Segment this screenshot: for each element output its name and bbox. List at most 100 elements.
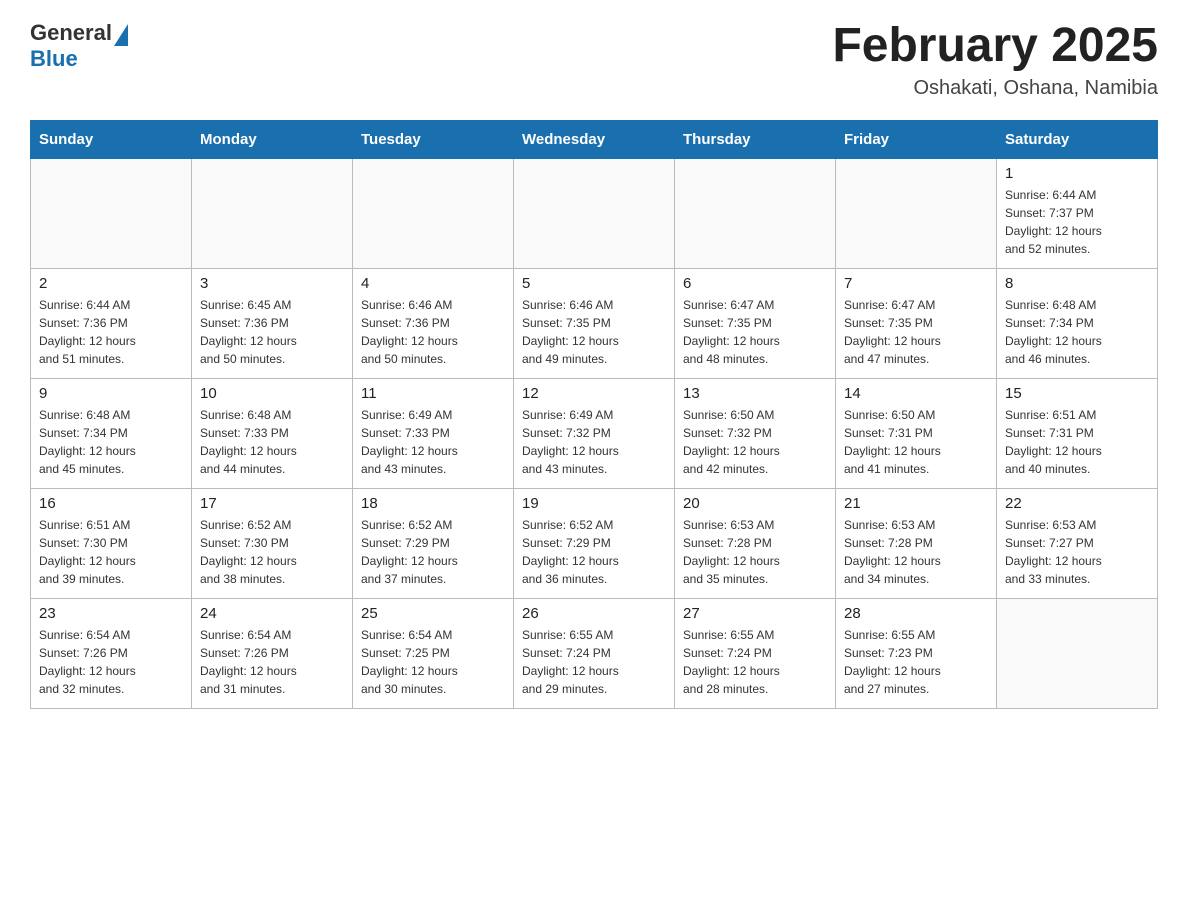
day-info: Sunrise: 6:53 AM Sunset: 7:27 PM Dayligh… (1005, 516, 1149, 588)
calendar-week-5: 23 Sunrise: 6:54 AM Sunset: 7:26 PM Dayli… (31, 598, 1158, 708)
page-header: General Blue February 2025 Oshakati, Osh… (30, 20, 1158, 100)
day-number: 27 (683, 605, 827, 622)
day-number: 8 (1005, 275, 1149, 292)
column-header-wednesday: Wednesday (514, 120, 675, 158)
day-info: Sunrise: 6:48 AM Sunset: 7:33 PM Dayligh… (200, 406, 344, 478)
calendar-cell: 4 Sunrise: 6:46 AM Sunset: 7:36 PM Daylig… (353, 268, 514, 378)
day-info: Sunrise: 6:45 AM Sunset: 7:36 PM Dayligh… (200, 296, 344, 368)
day-info: Sunrise: 6:52 AM Sunset: 7:29 PM Dayligh… (522, 516, 666, 588)
calendar-week-3: 9 Sunrise: 6:48 AM Sunset: 7:34 PM Daylig… (31, 378, 1158, 488)
column-header-tuesday: Tuesday (353, 120, 514, 158)
day-info: Sunrise: 6:47 AM Sunset: 7:35 PM Dayligh… (683, 296, 827, 368)
calendar-cell: 5 Sunrise: 6:46 AM Sunset: 7:35 PM Daylig… (514, 268, 675, 378)
day-number: 11 (361, 385, 505, 402)
calendar-cell: 3 Sunrise: 6:45 AM Sunset: 7:36 PM Daylig… (192, 268, 353, 378)
day-number: 15 (1005, 385, 1149, 402)
column-header-thursday: Thursday (675, 120, 836, 158)
day-number: 14 (844, 385, 988, 402)
day-info: Sunrise: 6:55 AM Sunset: 7:24 PM Dayligh… (683, 626, 827, 698)
day-info: Sunrise: 6:51 AM Sunset: 7:30 PM Dayligh… (39, 516, 183, 588)
calendar-week-2: 2Sunrise: 6:44 AM Sunset: 7:36 PM Daylig… (31, 268, 1158, 378)
day-number: 2 (39, 275, 183, 292)
day-number: 19 (522, 495, 666, 512)
day-info: Sunrise: 6:49 AM Sunset: 7:33 PM Dayligh… (361, 406, 505, 478)
day-info: Sunrise: 6:52 AM Sunset: 7:29 PM Dayligh… (361, 516, 505, 588)
column-header-sunday: Sunday (31, 120, 192, 158)
calendar-cell: 28Sunrise: 6:55 AM Sunset: 7:23 PM Dayli… (836, 598, 997, 708)
day-number: 13 (683, 385, 827, 402)
calendar-cell: 1 Sunrise: 6:44 AM Sunset: 7:37 PM Daylig… (997, 158, 1158, 268)
calendar-cell (836, 158, 997, 268)
calendar-cell: 9 Sunrise: 6:48 AM Sunset: 7:34 PM Daylig… (31, 378, 192, 488)
calendar-cell: 25 Sunrise: 6:54 AM Sunset: 7:25 PM Dayli… (353, 598, 514, 708)
day-number: 16 (39, 495, 183, 512)
calendar-week-4: 16 Sunrise: 6:51 AM Sunset: 7:30 PM Dayli… (31, 488, 1158, 598)
calendar-header-row: SundayMondayTuesdayWednesdayThursdayFrid… (31, 120, 1158, 158)
calendar-cell: 2Sunrise: 6:44 AM Sunset: 7:36 PM Daylig… (31, 268, 192, 378)
month-title: February 2025 (832, 20, 1158, 73)
day-info: Sunrise: 6:49 AM Sunset: 7:32 PM Dayligh… (522, 406, 666, 478)
day-info: Sunrise: 6:54 AM Sunset: 7:25 PM Dayligh… (361, 626, 505, 698)
day-number: 3 (200, 275, 344, 292)
day-info: Sunrise: 6:55 AM Sunset: 7:24 PM Dayligh… (522, 626, 666, 698)
day-info: Sunrise: 6:54 AM Sunset: 7:26 PM Dayligh… (39, 626, 183, 698)
calendar-cell: 13 Sunrise: 6:50 AM Sunset: 7:32 PM Dayli… (675, 378, 836, 488)
day-number: 23 (39, 605, 183, 622)
logo-triangle-icon (114, 24, 128, 46)
calendar-cell: 17Sunrise: 6:52 AM Sunset: 7:30 PM Dayli… (192, 488, 353, 598)
day-number: 1 (1005, 165, 1149, 182)
day-info: Sunrise: 6:47 AM Sunset: 7:35 PM Dayligh… (844, 296, 988, 368)
calendar-cell: 18Sunrise: 6:52 AM Sunset: 7:29 PM Dayli… (353, 488, 514, 598)
calendar-cell: 26 Sunrise: 6:55 AM Sunset: 7:24 PM Dayli… (514, 598, 675, 708)
day-number: 12 (522, 385, 666, 402)
day-info: Sunrise: 6:44 AM Sunset: 7:37 PM Dayligh… (1005, 186, 1149, 258)
day-info: Sunrise: 6:46 AM Sunset: 7:36 PM Dayligh… (361, 296, 505, 368)
day-info: Sunrise: 6:48 AM Sunset: 7:34 PM Dayligh… (39, 406, 183, 478)
day-number: 10 (200, 385, 344, 402)
day-number: 17 (200, 495, 344, 512)
day-info: Sunrise: 6:46 AM Sunset: 7:35 PM Dayligh… (522, 296, 666, 368)
calendar-cell: 15 Sunrise: 6:51 AM Sunset: 7:31 PM Dayli… (997, 378, 1158, 488)
calendar-cell (514, 158, 675, 268)
logo-text-general: General (30, 20, 112, 46)
title-block: February 2025 Oshakati, Oshana, Namibia (832, 20, 1158, 100)
location-title: Oshakati, Oshana, Namibia (832, 77, 1158, 100)
day-info: Sunrise: 6:53 AM Sunset: 7:28 PM Dayligh… (844, 516, 988, 588)
calendar-cell: 24 Sunrise: 6:54 AM Sunset: 7:26 PM Dayli… (192, 598, 353, 708)
day-number: 5 (522, 275, 666, 292)
day-number: 7 (844, 275, 988, 292)
day-number: 9 (39, 385, 183, 402)
day-number: 24 (200, 605, 344, 622)
calendar-cell: 11 Sunrise: 6:49 AM Sunset: 7:33 PM Dayli… (353, 378, 514, 488)
calendar-cell (192, 158, 353, 268)
calendar-cell: 21 Sunrise: 6:53 AM Sunset: 7:28 PM Dayli… (836, 488, 997, 598)
logo-text-blue: Blue (30, 46, 78, 72)
calendar-cell: 19 Sunrise: 6:52 AM Sunset: 7:29 PM Dayli… (514, 488, 675, 598)
day-number: 25 (361, 605, 505, 622)
calendar-cell: 23 Sunrise: 6:54 AM Sunset: 7:26 PM Dayli… (31, 598, 192, 708)
day-info: Sunrise: 6:50 AM Sunset: 7:31 PM Dayligh… (844, 406, 988, 478)
day-info: Sunrise: 6:54 AM Sunset: 7:26 PM Dayligh… (200, 626, 344, 698)
day-info: Sunrise: 6:48 AM Sunset: 7:34 PM Dayligh… (1005, 296, 1149, 368)
day-number: 26 (522, 605, 666, 622)
calendar-cell: 14 Sunrise: 6:50 AM Sunset: 7:31 PM Dayli… (836, 378, 997, 488)
day-number: 21 (844, 495, 988, 512)
calendar-week-1: 1 Sunrise: 6:44 AM Sunset: 7:37 PM Daylig… (31, 158, 1158, 268)
day-info: Sunrise: 6:51 AM Sunset: 7:31 PM Dayligh… (1005, 406, 1149, 478)
day-number: 22 (1005, 495, 1149, 512)
column-header-friday: Friday (836, 120, 997, 158)
calendar-cell: 12 Sunrise: 6:49 AM Sunset: 7:32 PM Dayli… (514, 378, 675, 488)
calendar-cell: 22 Sunrise: 6:53 AM Sunset: 7:27 PM Dayli… (997, 488, 1158, 598)
calendar-cell (353, 158, 514, 268)
day-number: 20 (683, 495, 827, 512)
day-info: Sunrise: 6:53 AM Sunset: 7:28 PM Dayligh… (683, 516, 827, 588)
column-header-saturday: Saturday (997, 120, 1158, 158)
calendar-cell: 6 Sunrise: 6:47 AM Sunset: 7:35 PM Daylig… (675, 268, 836, 378)
day-info: Sunrise: 6:50 AM Sunset: 7:32 PM Dayligh… (683, 406, 827, 478)
logo: General Blue (30, 20, 128, 72)
day-number: 6 (683, 275, 827, 292)
calendar-cell: 27 Sunrise: 6:55 AM Sunset: 7:24 PM Dayli… (675, 598, 836, 708)
day-number: 4 (361, 275, 505, 292)
day-info: Sunrise: 6:55 AM Sunset: 7:23 PM Dayligh… (844, 626, 988, 698)
calendar-cell (997, 598, 1158, 708)
